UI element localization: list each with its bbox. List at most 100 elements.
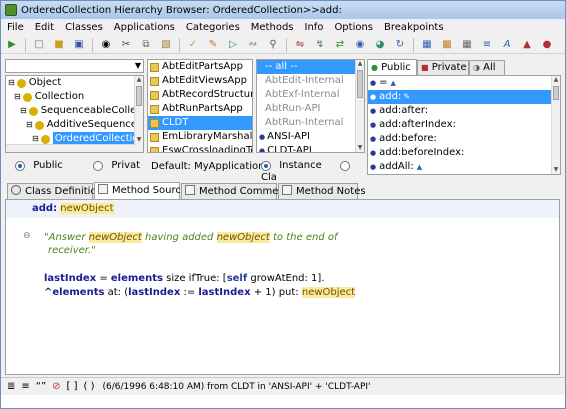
- cut-icon[interactable]: ✂: [119, 38, 133, 52]
- list-item[interactable]: ● add: ✎: [368, 90, 560, 104]
- refresh-icon[interactable]: ↻: [393, 38, 407, 52]
- menu-info[interactable]: Info: [305, 22, 324, 33]
- hierarchy-icon[interactable]: ↯: [313, 38, 327, 52]
- list-item[interactable]: ● add:afterIndex:: [368, 118, 560, 132]
- list-item[interactable]: ⊟ SequenceableCollection: [6, 104, 143, 118]
- menu-categories[interactable]: Categories: [186, 22, 240, 33]
- class-icon[interactable]: ◉: [353, 38, 367, 52]
- new-icon[interactable]: □: [32, 38, 46, 52]
- list-item[interactable]: AbtRecordStructure: [148, 88, 252, 102]
- list-item[interactable]: AbtRunPartsApp: [148, 102, 252, 116]
- class-hierarchy-list[interactable]: ⊟ Object ⊟ Collection ⊟ SequenceableColl…: [5, 75, 144, 153]
- parens-icon[interactable]: ( ): [84, 381, 95, 392]
- copy-icon[interactable]: ⧉: [139, 38, 153, 52]
- list-item[interactable]: ⊟ AdditiveSequenceableCollection: [6, 118, 143, 132]
- search-icon[interactable]: ⚲: [266, 38, 280, 52]
- private-radio[interactable]: [93, 160, 104, 171]
- tab-method-source[interactable]: Method Source: [94, 182, 187, 199]
- list-item[interactable]: AbtEditPartsApp: [148, 60, 252, 74]
- list-item[interactable]: ● CLDT-API: [257, 144, 364, 152]
- scroll-up-icon[interactable]: ▲: [356, 60, 364, 68]
- method-source-editor[interactable]: add: newObject ⊖ "Answer newObject havin…: [5, 199, 560, 375]
- class-list-hscrollbar[interactable]: [6, 144, 135, 152]
- class-radio[interactable]: [340, 160, 351, 171]
- scroll-up-icon[interactable]: ▲: [552, 76, 560, 84]
- quote-icon[interactable]: “”: [36, 381, 46, 392]
- step-icon[interactable]: ∾: [246, 38, 260, 52]
- tree-icon[interactable]: ▦: [420, 38, 434, 52]
- tab-private[interactable]: ■ Private: [417, 60, 469, 75]
- grid-icon[interactable]: ▦: [460, 38, 474, 52]
- list-item[interactable]: AbtEditViewsApp: [148, 74, 252, 88]
- collapse-icon[interactable]: ⊟: [14, 90, 21, 104]
- list-item[interactable]: ● addAll: ▲: [368, 160, 560, 174]
- categories-scrollbar[interactable]: ▲ ▼: [355, 60, 364, 152]
- tab-method-notes[interactable]: Method Notes: [278, 183, 366, 199]
- class-list-scrollbar[interactable]: ▲ ▼: [134, 76, 143, 152]
- list-item[interactable]: ● add:beforeIndex:: [368, 146, 560, 160]
- list-item[interactable]: -- all --: [257, 60, 364, 74]
- menu-file[interactable]: File: [7, 22, 24, 33]
- tab-method-comment[interactable]: Method Comment: [181, 183, 289, 199]
- references-icon[interactable]: ⇋: [293, 38, 307, 52]
- paste-icon[interactable]: ▧: [159, 38, 173, 52]
- categories-list[interactable]: -- all -- AbtEdit-Internal AbtExf-Intern…: [256, 59, 365, 153]
- scroll-thumb[interactable]: [357, 70, 363, 98]
- list-item[interactable]: ● ANSI-API: [257, 130, 364, 144]
- scroll-down-icon[interactable]: ▼: [552, 166, 560, 174]
- public-radio[interactable]: [15, 160, 25, 171]
- brackets-icon[interactable]: [ ]: [67, 381, 78, 392]
- collapse-icon[interactable]: ⊟: [26, 118, 33, 132]
- people-icon[interactable]: ●: [540, 38, 554, 52]
- tab-public[interactable]: ● Public: [367, 59, 417, 75]
- list-item[interactable]: ⊟ Object: [6, 76, 143, 90]
- list-item[interactable]: ● add:after:: [368, 104, 560, 118]
- no-entry-icon[interactable]: ⊘: [52, 381, 60, 392]
- collapse-icon[interactable]: ⊟: [20, 104, 27, 118]
- methods-scrollbar[interactable]: ▲ ▼: [551, 76, 560, 174]
- fold-icon[interactable]: ⊖: [23, 231, 31, 241]
- menu-breakpoints[interactable]: Breakpoints: [384, 22, 444, 33]
- indent-icon[interactable]: ≣: [7, 381, 15, 392]
- list-item[interactable]: AbtRun-API: [257, 102, 364, 116]
- menu-methods[interactable]: Methods: [251, 22, 294, 33]
- list-item[interactable]: ● add:before:: [368, 132, 560, 146]
- menu-edit[interactable]: Edit: [35, 22, 54, 33]
- collapse-icon[interactable]: ⊟: [8, 76, 15, 90]
- run-icon[interactable]: ▶: [5, 38, 19, 52]
- scroll-down-icon[interactable]: ▼: [135, 136, 143, 144]
- binoculars-icon[interactable]: ◉: [99, 38, 113, 52]
- paint-icon[interactable]: ▲: [520, 38, 534, 52]
- tab-class-definition[interactable]: Class Definition: [7, 183, 103, 199]
- list-item[interactable]: ⊟ Collection: [6, 90, 143, 104]
- edit-icon[interactable]: ✎: [206, 38, 220, 52]
- package-icon[interactable]: ▩: [440, 38, 454, 52]
- scroll-up-icon[interactable]: ▲: [135, 76, 143, 84]
- globe-icon[interactable]: ◕: [373, 38, 387, 52]
- format-icon[interactable]: ≡: [480, 38, 494, 52]
- applications-list[interactable]: AbtEditPartsApp AbtEditViewsApp AbtRecor…: [147, 59, 253, 153]
- list-item[interactable]: AbtExf-Internal: [257, 88, 364, 102]
- list-item[interactable]: EswCrossloadingTo: [148, 144, 252, 152]
- list-item[interactable]: AbtEdit-Internal: [257, 74, 364, 88]
- font-icon[interactable]: A: [500, 38, 514, 52]
- list-item[interactable]: ● = ▲: [368, 76, 560, 90]
- branch-icon[interactable]: ⇄: [333, 38, 347, 52]
- scroll-down-icon[interactable]: ▼: [356, 144, 364, 152]
- menu-classes[interactable]: Classes: [65, 22, 103, 33]
- scroll-thumb[interactable]: [553, 86, 559, 100]
- methods-list[interactable]: ● = ▲ ● add: ✎ ● add:after: ● add:afterIndex: …: [367, 75, 561, 175]
- tab-all[interactable]: ◑ All: [469, 60, 505, 75]
- class-filter-dropdown[interactable]: ▼: [5, 59, 144, 73]
- menu-options[interactable]: Options: [334, 22, 373, 33]
- instance-radio[interactable]: [261, 160, 271, 171]
- list-item[interactable]: CLDT: [148, 116, 252, 130]
- outdent-icon[interactable]: ≡: [21, 381, 29, 392]
- save-icon[interactable]: ▣: [72, 38, 86, 52]
- debug-icon[interactable]: ▷: [226, 38, 240, 52]
- inspect-icon[interactable]: ✓: [186, 38, 200, 52]
- menu-applications[interactable]: Applications: [114, 22, 175, 33]
- list-item[interactable]: AbtRun-Internal: [257, 116, 364, 130]
- open-icon[interactable]: ■: [52, 38, 66, 52]
- list-item[interactable]: EmLibraryMarshalle: [148, 130, 252, 144]
